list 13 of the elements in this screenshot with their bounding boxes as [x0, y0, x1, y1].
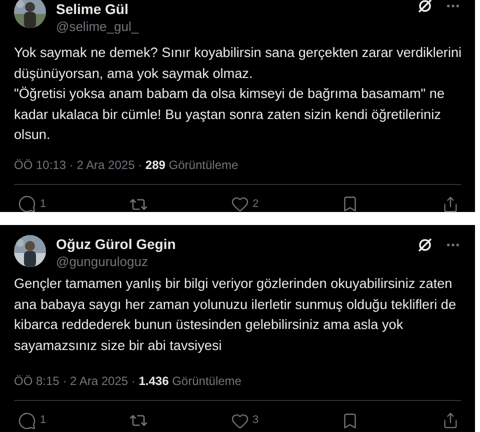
post-text: Gençler tamamen yanlış bir bilgi veriyor gözlerinden okuyabilirsiniz zaten ana babaya saygı her zaman yolunuzu ilerletir sunmuş olduğu teklifleri de kibarca reddederek bunun üstesinden gelebilirsiniz ama asla yok sayamazsınız size bir abi tavsiyesi: [14, 275, 458, 355]
post-text: Yok saymak ne demek? Sınır koyabilirsin sana gerçekten zarar verdiklerini düşünüyorsan, ama yok saymak olmaz. "Öğretisi yoksa anam babam da olsa kimseyi de bağrıma basamam" ne kadar ukalaca bir cümle! Bu yaştan sonra zaten sizin kendi öğretileriniz olsun.: [14, 44, 463, 144]
slashed-circle-icon[interactable]: [417, 237, 433, 253]
author-handle[interactable]: @gunguruloguz: [56, 253, 407, 270]
slashed-circle-icon[interactable]: [417, 0, 433, 14]
like-button[interactable]: 2: [230, 195, 259, 213]
like-button[interactable]: 3: [230, 412, 259, 430]
author-name[interactable]: Selime Gül: [56, 0, 407, 18]
author-name[interactable]: Oğuz Gürol Gegin: [56, 235, 407, 253]
share-button[interactable]: [442, 196, 459, 212]
author-handle[interactable]: @selime_gul_: [56, 18, 407, 35]
post-meta: ÖÖ 10:13 · 2 Ara 2025 · 289 Görüntüleme: [14, 156, 240, 174]
post-meta: ÖÖ 8:15 · 2 Ara 2025 · 1.436 Görüntüleme: [14, 373, 242, 390]
